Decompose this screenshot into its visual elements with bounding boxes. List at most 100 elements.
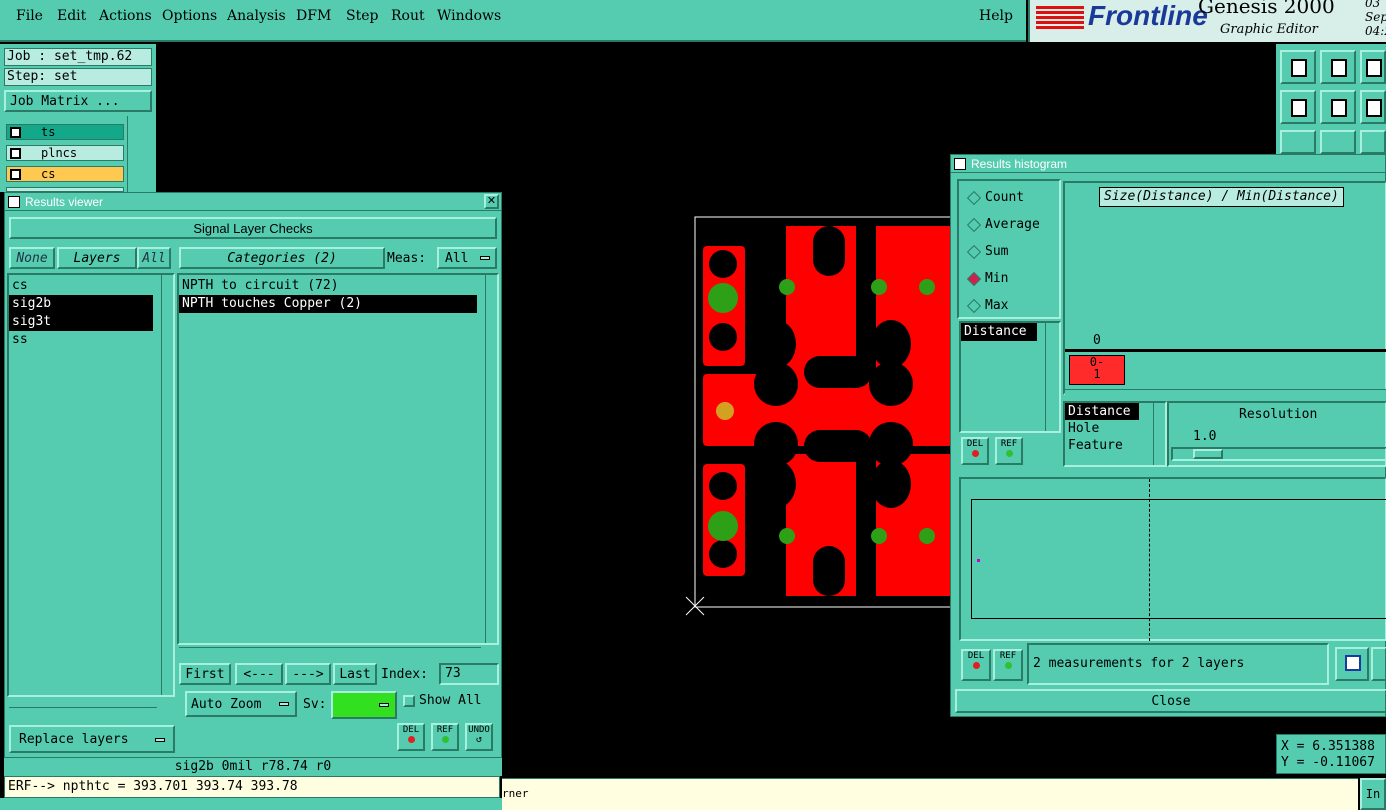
signal-layer-checks-heading[interactable]: Signal Layer Checks [9, 217, 497, 239]
histogram-bar[interactable]: 0- 1 [1069, 355, 1125, 385]
results-histogram-window: Results histogram Count Average Sum Min … [950, 154, 1386, 717]
arrow-right-icon [1331, 99, 1347, 117]
input-button[interactable]: In [1360, 778, 1386, 810]
auto-zoom-select[interactable]: Auto Zoom [185, 691, 297, 717]
pan-right-button[interactable] [1320, 90, 1356, 124]
list-item[interactable]: sig2b [9, 295, 153, 313]
layer-item-ts[interactable]: ts [6, 124, 124, 140]
radio-average[interactable]: Average [965, 214, 1040, 236]
last-button[interactable]: Last [333, 663, 377, 685]
list-item[interactable]: NPTH touches Copper (2) [179, 295, 477, 313]
index-input[interactable]: 73 [439, 663, 499, 685]
data-point [977, 559, 980, 562]
hist-del-button[interactable]: DEL [961, 437, 989, 465]
radio-label: Max [985, 298, 1009, 313]
field-list-scrollbar[interactable] [1045, 323, 1057, 431]
next-button[interactable]: ---> [285, 663, 331, 685]
layer-item-cs[interactable]: cs [6, 166, 124, 182]
window-title: Results viewer [25, 195, 104, 209]
close-button[interactable]: Close [955, 689, 1386, 713]
resolution-slider[interactable] [1171, 447, 1386, 461]
list-item[interactable]: Distance [961, 323, 1037, 341]
radio-diamond-icon [966, 271, 982, 287]
checkbox-icon[interactable] [10, 169, 21, 180]
results-viewer-titlebar[interactable]: Results viewer ✕ [5, 193, 501, 211]
first-button[interactable]: First [179, 663, 231, 685]
radio-sum[interactable]: Sum [965, 241, 1008, 263]
results-viewer-window: Results viewer ✕ Signal Layer Checks Non… [4, 192, 502, 758]
job-matrix-button[interactable]: Job Matrix ... [4, 90, 152, 112]
window-menu-icon[interactable] [8, 196, 20, 208]
undo-button[interactable]: UNDO ↺ [465, 723, 493, 751]
list-item[interactable]: Hole [1065, 420, 1165, 437]
axis-zero-label: 0 [1093, 333, 1101, 348]
menu-analysis[interactable]: Analysis [227, 8, 286, 24]
hist-ref-button[interactable]: REF [995, 437, 1023, 465]
checkbox-icon[interactable] [10, 148, 21, 159]
fit-button[interactable] [1280, 130, 1316, 154]
zoom-to-button[interactable] [1335, 647, 1369, 681]
undo-arrow-icon: ↺ [475, 734, 483, 745]
extra-button[interactable] [1371, 647, 1386, 681]
radio-diamond-icon [966, 217, 982, 233]
layer-list-scrollbar[interactable] [161, 275, 173, 695]
category-list-hscroll[interactable] [179, 647, 481, 659]
list-item[interactable]: sig3t [9, 313, 153, 331]
radio-count[interactable]: Count [965, 187, 1024, 209]
menu-step[interactable]: Step [346, 8, 378, 24]
home-button[interactable] [1360, 50, 1386, 84]
all-layers-button[interactable]: All [137, 247, 171, 269]
pan-left-button[interactable] [1280, 90, 1316, 124]
menu-actions[interactable]: Actions [99, 8, 152, 24]
field-list-scrollbar[interactable] [1153, 403, 1165, 465]
list-item[interactable]: NPTH to circuit (72) [179, 277, 477, 295]
hist-del-button-2[interactable]: DEL [961, 649, 991, 681]
scale-button[interactable] [1360, 130, 1386, 154]
none-button[interactable]: None [9, 247, 55, 269]
menu-edit[interactable]: Edit [57, 8, 86, 24]
radio-min[interactable]: Min [965, 268, 1008, 290]
ref-button[interactable]: REF [431, 723, 459, 751]
checkbox-icon[interactable] [10, 127, 21, 138]
layers-button[interactable]: Layers [57, 247, 137, 269]
radio-label: Average [985, 217, 1040, 232]
zoom-home-button[interactable] [1280, 50, 1316, 84]
slider-thumb[interactable] [1193, 449, 1223, 459]
list-item[interactable]: ss [9, 331, 153, 349]
menu-file[interactable]: File [16, 8, 43, 24]
histogram-titlebar[interactable]: Results histogram [951, 155, 1385, 173]
layer-list-hscroll[interactable] [9, 707, 157, 719]
radio-label: Sum [985, 244, 1009, 259]
list-item[interactable]: Feature [1065, 437, 1165, 454]
close-icon[interactable]: ✕ [484, 194, 499, 209]
replace-layers-value: Replace layers [19, 731, 129, 747]
menu-rout[interactable]: Rout [391, 8, 425, 24]
list-item[interactable]: Distance [1065, 403, 1139, 420]
overview-plot[interactable] [959, 477, 1386, 641]
histogram-chart-area: Size(Distance) / Min(Distance) 0 0- 1 [1063, 181, 1386, 401]
radio-max[interactable]: Max [965, 295, 1008, 317]
page-down-button[interactable] [1320, 50, 1356, 84]
menu-help[interactable]: Help [979, 8, 1013, 24]
cursor-coordinates: X = 6.351388 Y = -0.11067 [1276, 734, 1386, 774]
menu-options[interactable]: Options [162, 8, 217, 24]
replace-layers-select[interactable]: Replace layers [9, 725, 175, 753]
previous-button[interactable]: <--- [235, 663, 283, 685]
list-item[interactable]: cs [9, 277, 153, 295]
menu-dfm[interactable]: DFM [296, 8, 331, 24]
layer-item-plncs[interactable]: plncs [6, 145, 124, 161]
rotate-button[interactable] [1360, 90, 1386, 124]
window-menu-icon[interactable] [954, 158, 966, 170]
center-button[interactable] [1320, 130, 1356, 154]
severity-select[interactable] [331, 691, 397, 719]
menu-windows[interactable]: Windows [437, 8, 501, 24]
command-line[interactable]: ERF--> npthtc = 393.701 393.74 393.78 [4, 776, 500, 798]
del-button[interactable]: DEL [397, 723, 425, 751]
layer-scroll[interactable] [130, 116, 156, 192]
hist-ref-button-2[interactable]: REF [993, 649, 1023, 681]
meas-select[interactable]: All [437, 247, 497, 269]
show-all-checkbox[interactable] [403, 695, 415, 707]
category-list-scrollbar[interactable] [485, 275, 497, 643]
categories-button[interactable]: Categories (2) [179, 247, 385, 269]
chart-hscroll[interactable] [1065, 389, 1386, 401]
